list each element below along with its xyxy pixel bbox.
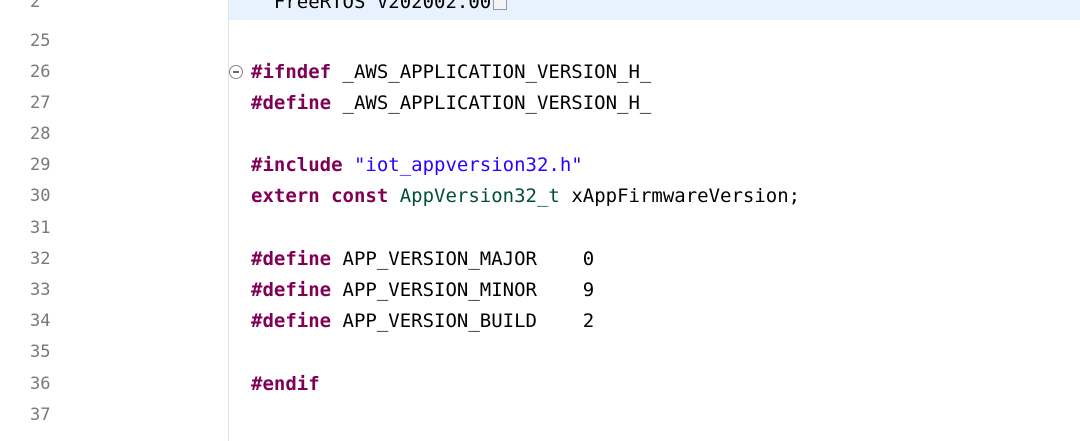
code-line[interactable]: 33 #define APP_VERSION_MINOR 9 — [0, 274, 1080, 306]
keyword: #endif — [251, 373, 320, 395]
code-line[interactable]: 29 #include "iot_appversion32.h" — [0, 149, 1080, 181]
line-number: 30 — [30, 186, 51, 206]
keyword: #ifndef — [251, 61, 332, 83]
code-line[interactable]: 35 — [0, 336, 1080, 368]
line-number: 29 — [30, 155, 51, 175]
code-line[interactable]: 36 #endif — [0, 368, 1080, 400]
identifier-text: _AWS_APPLICATION_VERSION_H_ — [331, 61, 652, 83]
keyword: #define — [251, 310, 332, 332]
code-text: #define APP_VERSION_BUILD 2 — [251, 305, 594, 337]
keyword: #include — [251, 154, 343, 176]
code-line[interactable]: 30 extern const AppVersion32_t xAppFirmwa… — [0, 180, 1080, 212]
line-number: 33 — [30, 280, 51, 300]
code-text: #include "iot_appversion32.h" — [251, 149, 583, 181]
type-name: AppVersion32_t — [388, 185, 560, 207]
code-line[interactable]: 37 — [0, 399, 1080, 431]
identifier-text: APP_VERSION_MAJOR 0 — [331, 248, 595, 270]
line-number: 26 — [30, 62, 51, 82]
line-number: 31 — [30, 218, 51, 238]
line-number: 32 — [30, 249, 51, 269]
keyword: #define — [251, 92, 332, 114]
line-number: 28 — [30, 124, 51, 144]
collapsed-region-icon[interactable] — [493, 0, 508, 10]
code-line[interactable]: 27 #define _AWS_APPLICATION_VERSION_H_ — [0, 87, 1080, 119]
code-text: #define _AWS_APPLICATION_VERSION_H_ — [251, 87, 651, 119]
string-literal: "iot_appversion32.h" — [342, 154, 583, 176]
identifier-text: APP_VERSION_BUILD 2 — [331, 310, 595, 332]
line-number: 27 — [30, 93, 51, 113]
identifier-text: APP_VERSION_MINOR 9 — [331, 279, 595, 301]
code-text: FreeRTOS V202002.00 — [251, 0, 508, 18]
line-number: 25 — [30, 31, 51, 51]
code-line[interactable]: 26 #ifndef _AWS_APPLICATION_VERSION_H_ — [0, 56, 1080, 88]
code-text: #ifndef _AWS_APPLICATION_VERSION_H_ — [251, 56, 651, 88]
keyword: #define — [251, 279, 332, 301]
code-text: #define APP_VERSION_MAJOR 0 — [251, 243, 594, 275]
collapsed-comment-text: FreeRTOS V202002.00 — [251, 0, 492, 13]
code-line[interactable]: 34 #define APP_VERSION_BUILD 2 — [0, 305, 1080, 337]
code-line[interactable]: 31 — [0, 212, 1080, 244]
fold-toggle-icon[interactable] — [229, 65, 243, 79]
code-line[interactable]: 28 — [0, 118, 1080, 150]
identifier-text: xAppFirmwareVersion; — [559, 185, 801, 207]
line-number: 34 — [30, 311, 51, 331]
code-text: extern const AppVersion32_t xAppFirmware… — [251, 180, 800, 212]
code-line[interactable]: 2 FreeRTOS V202002.00 — [0, 0, 1080, 18]
code-line[interactable]: 25 — [0, 25, 1080, 57]
code-line[interactable]: 32 #define APP_VERSION_MAJOR 0 — [0, 243, 1080, 275]
line-number: 2 — [30, 0, 41, 12]
keyword: extern const — [251, 185, 389, 207]
line-number: 37 — [30, 405, 51, 425]
code-text: #endif — [251, 368, 320, 400]
identifier-text: _AWS_APPLICATION_VERSION_H_ — [331, 92, 652, 114]
code-text: #define APP_VERSION_MINOR 9 — [251, 274, 594, 306]
line-number: 36 — [30, 374, 51, 394]
keyword: #define — [251, 248, 332, 270]
line-number: 35 — [30, 342, 51, 362]
